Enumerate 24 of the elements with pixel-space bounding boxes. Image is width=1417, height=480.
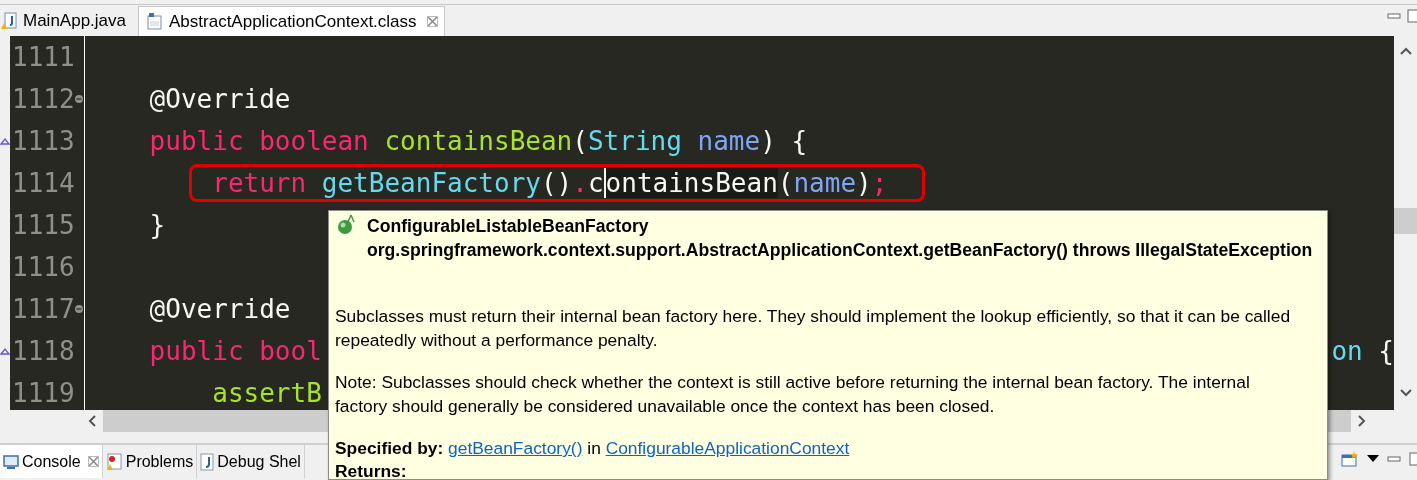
returns-label: Returns: [335,460,408,479]
line-number: 1114 [11,168,75,198]
line-number: 1119 [11,378,75,408]
line-number: 1113 [11,126,75,156]
doc-paragraph: Note: Subclasses should check whether the context is still active before returning the internal bean factory. The internal factory should generally be considered unavailable once the context has been closed. [335,371,1251,418]
code-fragment: on { [1331,336,1394,366]
code-line: @Override [148,84,291,114]
code-line: public bool [148,336,322,366]
doc-paragraph: Subclasses must return their internal bean factory here. They should implement the lookup efficiently, so that it can be called repeatedly without a performance penalty. [335,305,1292,352]
connector-text: in [586,438,602,458]
line-number: 1117 [11,294,75,324]
signature-text: ConfigurableListableBeanFactory [367,215,650,238]
line-number: 1115 [11,210,75,240]
line-number: 1118 [11,336,75,366]
code-line: return getBeanFactory().containsBean(name); [211,168,888,198]
code-line: public boolean containsBean(String name) { [148,126,808,156]
line-number: 1111 [11,42,75,72]
code-line: } [148,210,166,240]
signature-text: org.springframework.context.support.AbstractApplicationContext.getBeanFactory() throws IllegalStateException [367,239,1313,262]
line-number: 1116 [11,252,75,282]
code-line: assertB [211,378,322,408]
specified-by-label: Specified by: [335,438,444,458]
code-line: @Override [148,294,291,324]
line-number: 1112 [11,84,75,114]
